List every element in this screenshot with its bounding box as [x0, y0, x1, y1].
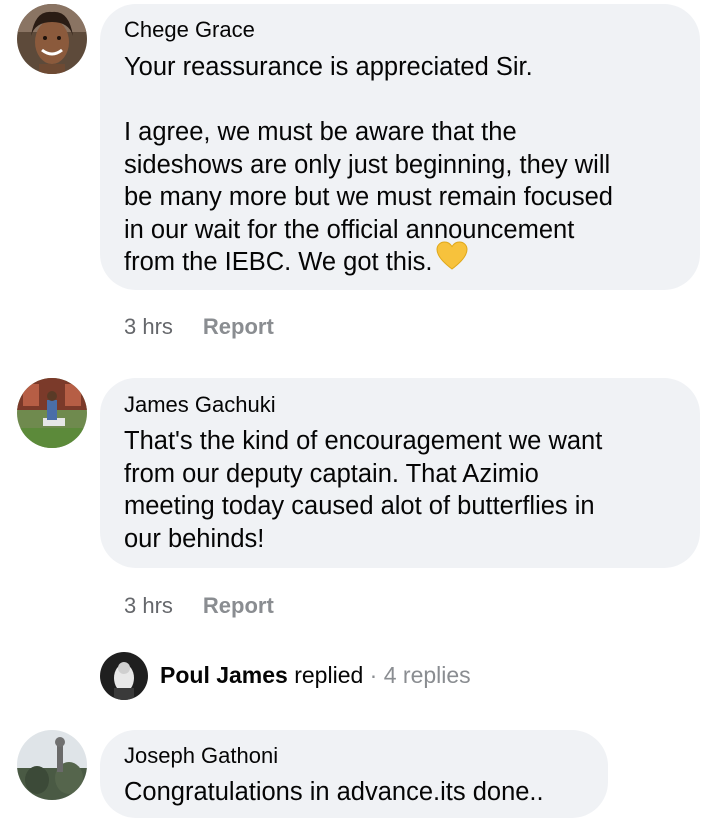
comment-author[interactable]: James Gachuki: [124, 392, 276, 418]
comment-text: Your reassurance is appreciated Sir. I a…: [124, 51, 613, 280]
comment-line: Your reassurance is appreciated Sir.: [124, 53, 533, 81]
comment-bubble: Joseph Gathoni Congratulations in advanc…: [100, 730, 608, 818]
comment-author[interactable]: Chege Grace: [124, 17, 255, 43]
comment-line: That's the kind of encouragement we want: [124, 427, 603, 455]
yellow-heart-icon: [436, 241, 468, 280]
comment-author[interactable]: Joseph Gathoni: [124, 743, 278, 769]
profile-photo-icon: [17, 4, 87, 74]
reply-summary-text: Poul James replied · 4 replies: [160, 662, 471, 689]
comment-line: sideshows are only just beginning, they …: [124, 150, 611, 179]
comments-thread: { "comments": [ { "author": "Chege Grace…: [0, 0, 720, 819]
reply-verb: replied: [294, 662, 364, 688]
comment-line: our behinds!: [124, 524, 265, 553]
comment-timestamp[interactable]: 3 hrs: [124, 314, 173, 340]
comment-line: from the IEBC. We got this.: [124, 248, 433, 276]
comment-text: Congratulations in advance.its done..: [124, 776, 544, 809]
comment-text: That's the kind of encouragement we want…: [124, 425, 602, 555]
comment-meta: 3 hrs Report: [124, 314, 274, 340]
reply-author[interactable]: Poul James: [160, 662, 288, 688]
report-button[interactable]: Report: [203, 593, 274, 619]
comment-line: in our wait for the official announcemen…: [124, 215, 575, 244]
comment-bubble: Chege Grace Your reassurance is apprecia…: [100, 4, 700, 290]
avatar-james-gachuki[interactable]: [17, 378, 87, 448]
comment-line: Congratulations in advance.its done..: [124, 778, 544, 806]
avatar-poul-james: [100, 652, 148, 700]
comment-line-with-emoji: from the IEBC. We got this.: [124, 241, 613, 280]
reply-separator: ·: [369, 662, 378, 688]
comment-line: meeting today caused alot of butterflies…: [124, 492, 595, 520]
profile-photo-icon: [100, 652, 148, 700]
avatar-chege-grace[interactable]: [17, 4, 87, 74]
comment-line: be many more but we must remain focused: [124, 183, 613, 211]
report-button[interactable]: Report: [203, 314, 274, 340]
profile-photo-icon: [17, 378, 87, 448]
comment-line: from our deputy captain. That Azimio: [124, 459, 539, 488]
comment-line: I agree, we must be aware that the: [124, 118, 517, 146]
comment-bubble: James Gachuki That's the kind of encoura…: [100, 378, 700, 568]
comment-meta: 3 hrs Report: [124, 593, 274, 619]
comment-timestamp[interactable]: 3 hrs: [124, 593, 173, 619]
avatar-joseph-gathoni[interactable]: [17, 730, 87, 800]
reply-count[interactable]: 4 replies: [384, 662, 471, 688]
profile-photo-icon: [17, 730, 87, 800]
